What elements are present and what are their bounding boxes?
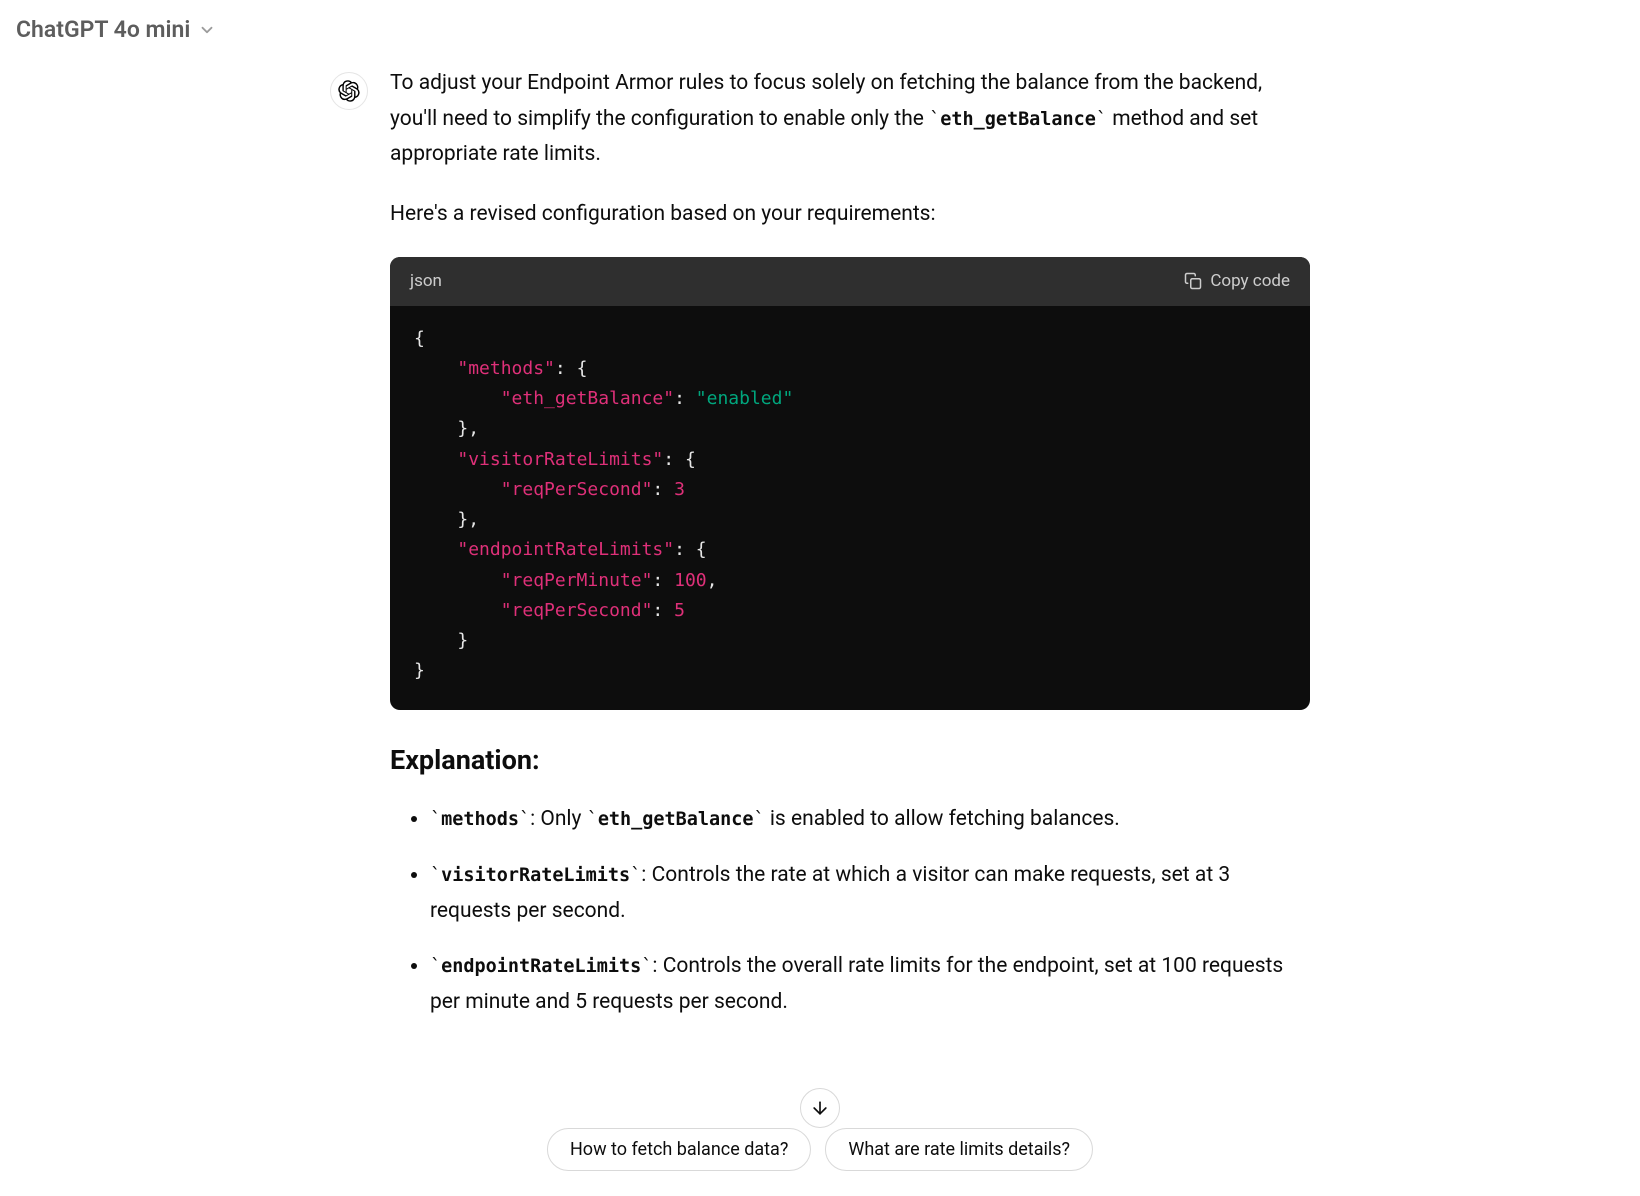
inline-code: visitorRateLimits	[441, 865, 630, 886]
openai-logo-icon	[338, 80, 360, 102]
assistant-avatar	[330, 72, 368, 110]
intro-paragraph-2: Here's a revised configuration based on …	[390, 197, 1310, 233]
code-language-label: json	[410, 267, 442, 296]
list-item: `methods`: Only `eth_getBalance` is enab…	[430, 802, 1310, 838]
assistant-message-body: To adjust your Endpoint Armor rules to f…	[390, 66, 1310, 1041]
inline-code: eth_getBalance	[598, 809, 754, 830]
suggestion-row: How to fetch balance data? What are rate…	[547, 1128, 1093, 1171]
text-span: is enabled to allow fetching balances.	[765, 807, 1120, 831]
explanation-heading: Explanation:	[390, 738, 1310, 784]
code-block-header: json Copy code	[390, 257, 1310, 306]
arrow-down-icon	[810, 1098, 830, 1118]
assistant-message: To adjust your Endpoint Armor rules to f…	[330, 58, 1310, 1041]
scroll-to-bottom-button[interactable]	[800, 1088, 840, 1128]
explanation-list: `methods`: Only `eth_getBalance` is enab…	[402, 802, 1310, 1020]
code-content[interactable]: { "methods": { "eth_getBalance": "enable…	[390, 306, 1310, 711]
suggestion-pill[interactable]: What are rate limits details?	[825, 1128, 1093, 1171]
intro-paragraph-1: To adjust your Endpoint Armor rules to f…	[390, 66, 1310, 173]
inline-code: methods	[441, 809, 519, 830]
copy-icon	[1184, 272, 1202, 290]
code-block: json Copy code { "methods": { "eth_getBa…	[390, 257, 1310, 711]
suggestion-pill[interactable]: How to fetch balance data?	[547, 1128, 811, 1171]
list-item: `endpointRateLimits`: Controls the overa…	[430, 949, 1310, 1020]
list-item: `visitorRateLimits`: Controls the rate a…	[430, 858, 1310, 929]
inline-code: eth_getBalance	[940, 109, 1096, 130]
copy-code-label: Copy code	[1210, 267, 1290, 296]
conversation-scroll-area[interactable]: To adjust your Endpoint Armor rules to f…	[0, 0, 1640, 1196]
text-span: : Only	[530, 807, 587, 831]
inline-code: endpointRateLimits	[441, 956, 641, 977]
copy-code-button[interactable]: Copy code	[1184, 267, 1290, 296]
